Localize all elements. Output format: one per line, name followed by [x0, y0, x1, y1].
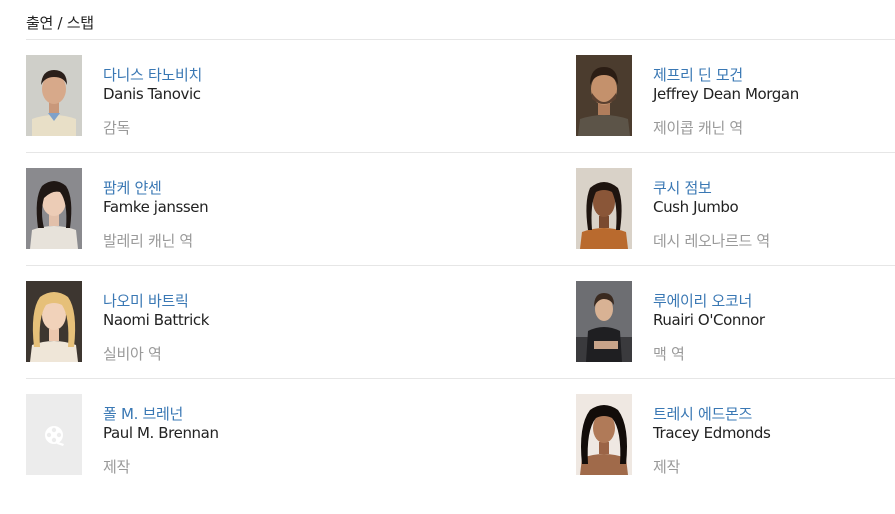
divider — [26, 152, 895, 153]
cast-item: 팜케 얀센 Famke janssen 발레리 캐닌 역 — [26, 168, 346, 250]
cast-name-english: Ruairi O'Connor — [653, 311, 765, 329]
divider — [26, 265, 895, 266]
cast-name-english: Jeffrey Dean Morgan — [653, 85, 799, 103]
cast-role: 제작 — [653, 458, 681, 476]
cast-item: 다니스 타노비치 Danis Tanovic 감독 — [26, 55, 346, 137]
profile-photo[interactable] — [576, 168, 632, 249]
cast-name-english: Famke janssen — [103, 198, 209, 216]
cast-item: 제프리 딘 모건 Jeffrey Dean Morgan 제이콥 캐닌 역 — [576, 55, 895, 137]
cast-role: 데시 레오나르드 역 — [653, 232, 770, 250]
cast-item: 루에이리 오코너 Ruairi O'Connor 맥 역 — [576, 281, 895, 363]
cast-role: 맥 역 — [653, 345, 685, 363]
cast-name-korean[interactable]: 트레시 에드몬즈 — [653, 403, 752, 424]
cast-name-korean[interactable]: 다니스 타노비치 — [103, 64, 202, 85]
cast-item: 트레시 에드몬즈 Tracey Edmonds 제작 — [576, 394, 895, 476]
cast-role: 제이콥 캐닌 역 — [653, 119, 743, 137]
cast-item: 나오미 바트릭 Naomi Battrick 실비아 역 — [26, 281, 346, 363]
cast-name-english: Naomi Battrick — [103, 311, 210, 329]
cast-name-english: Paul M. Brennan — [103, 424, 219, 442]
cast-name-korean[interactable]: 폴 M. 브레넌 — [103, 403, 183, 424]
cast-role: 발레리 캐닌 역 — [103, 232, 193, 250]
profile-photo[interactable] — [576, 281, 632, 362]
cast-item: 쿠시 점보 Cush Jumbo 데시 레오나르드 역 — [576, 168, 895, 250]
cast-name-english: Tracey Edmonds — [653, 424, 771, 442]
cast-role: 감독 — [103, 119, 131, 137]
profile-photo[interactable] — [26, 281, 82, 362]
divider — [26, 39, 895, 40]
profile-photo[interactable] — [26, 168, 82, 249]
cast-role: 제작 — [103, 458, 131, 476]
cast-name-korean[interactable]: 팜케 얀센 — [103, 177, 162, 198]
profile-photo[interactable] — [576, 55, 632, 136]
cast-name-korean[interactable]: 쿠시 점보 — [653, 177, 712, 198]
cast-item: 폴 M. 브레넌 Paul M. Brennan 제작 — [26, 394, 346, 476]
cast-name-english: Cush Jumbo — [653, 198, 739, 216]
divider — [26, 378, 895, 379]
cast-role: 실비아 역 — [103, 345, 162, 363]
film-reel-placeholder-icon — [26, 394, 82, 475]
profile-photo-placeholder[interactable] — [26, 394, 82, 475]
cast-name-korean[interactable]: 제프리 딘 모건 — [653, 64, 743, 85]
profile-photo[interactable] — [26, 55, 82, 136]
section-title: 출연 / 스탭 — [26, 14, 94, 32]
cast-name-english: Danis Tanovic — [103, 85, 201, 103]
cast-name-korean[interactable]: 나오미 바트릭 — [103, 290, 189, 311]
cast-name-korean[interactable]: 루에이리 오코너 — [653, 290, 752, 311]
profile-photo[interactable] — [576, 394, 632, 475]
